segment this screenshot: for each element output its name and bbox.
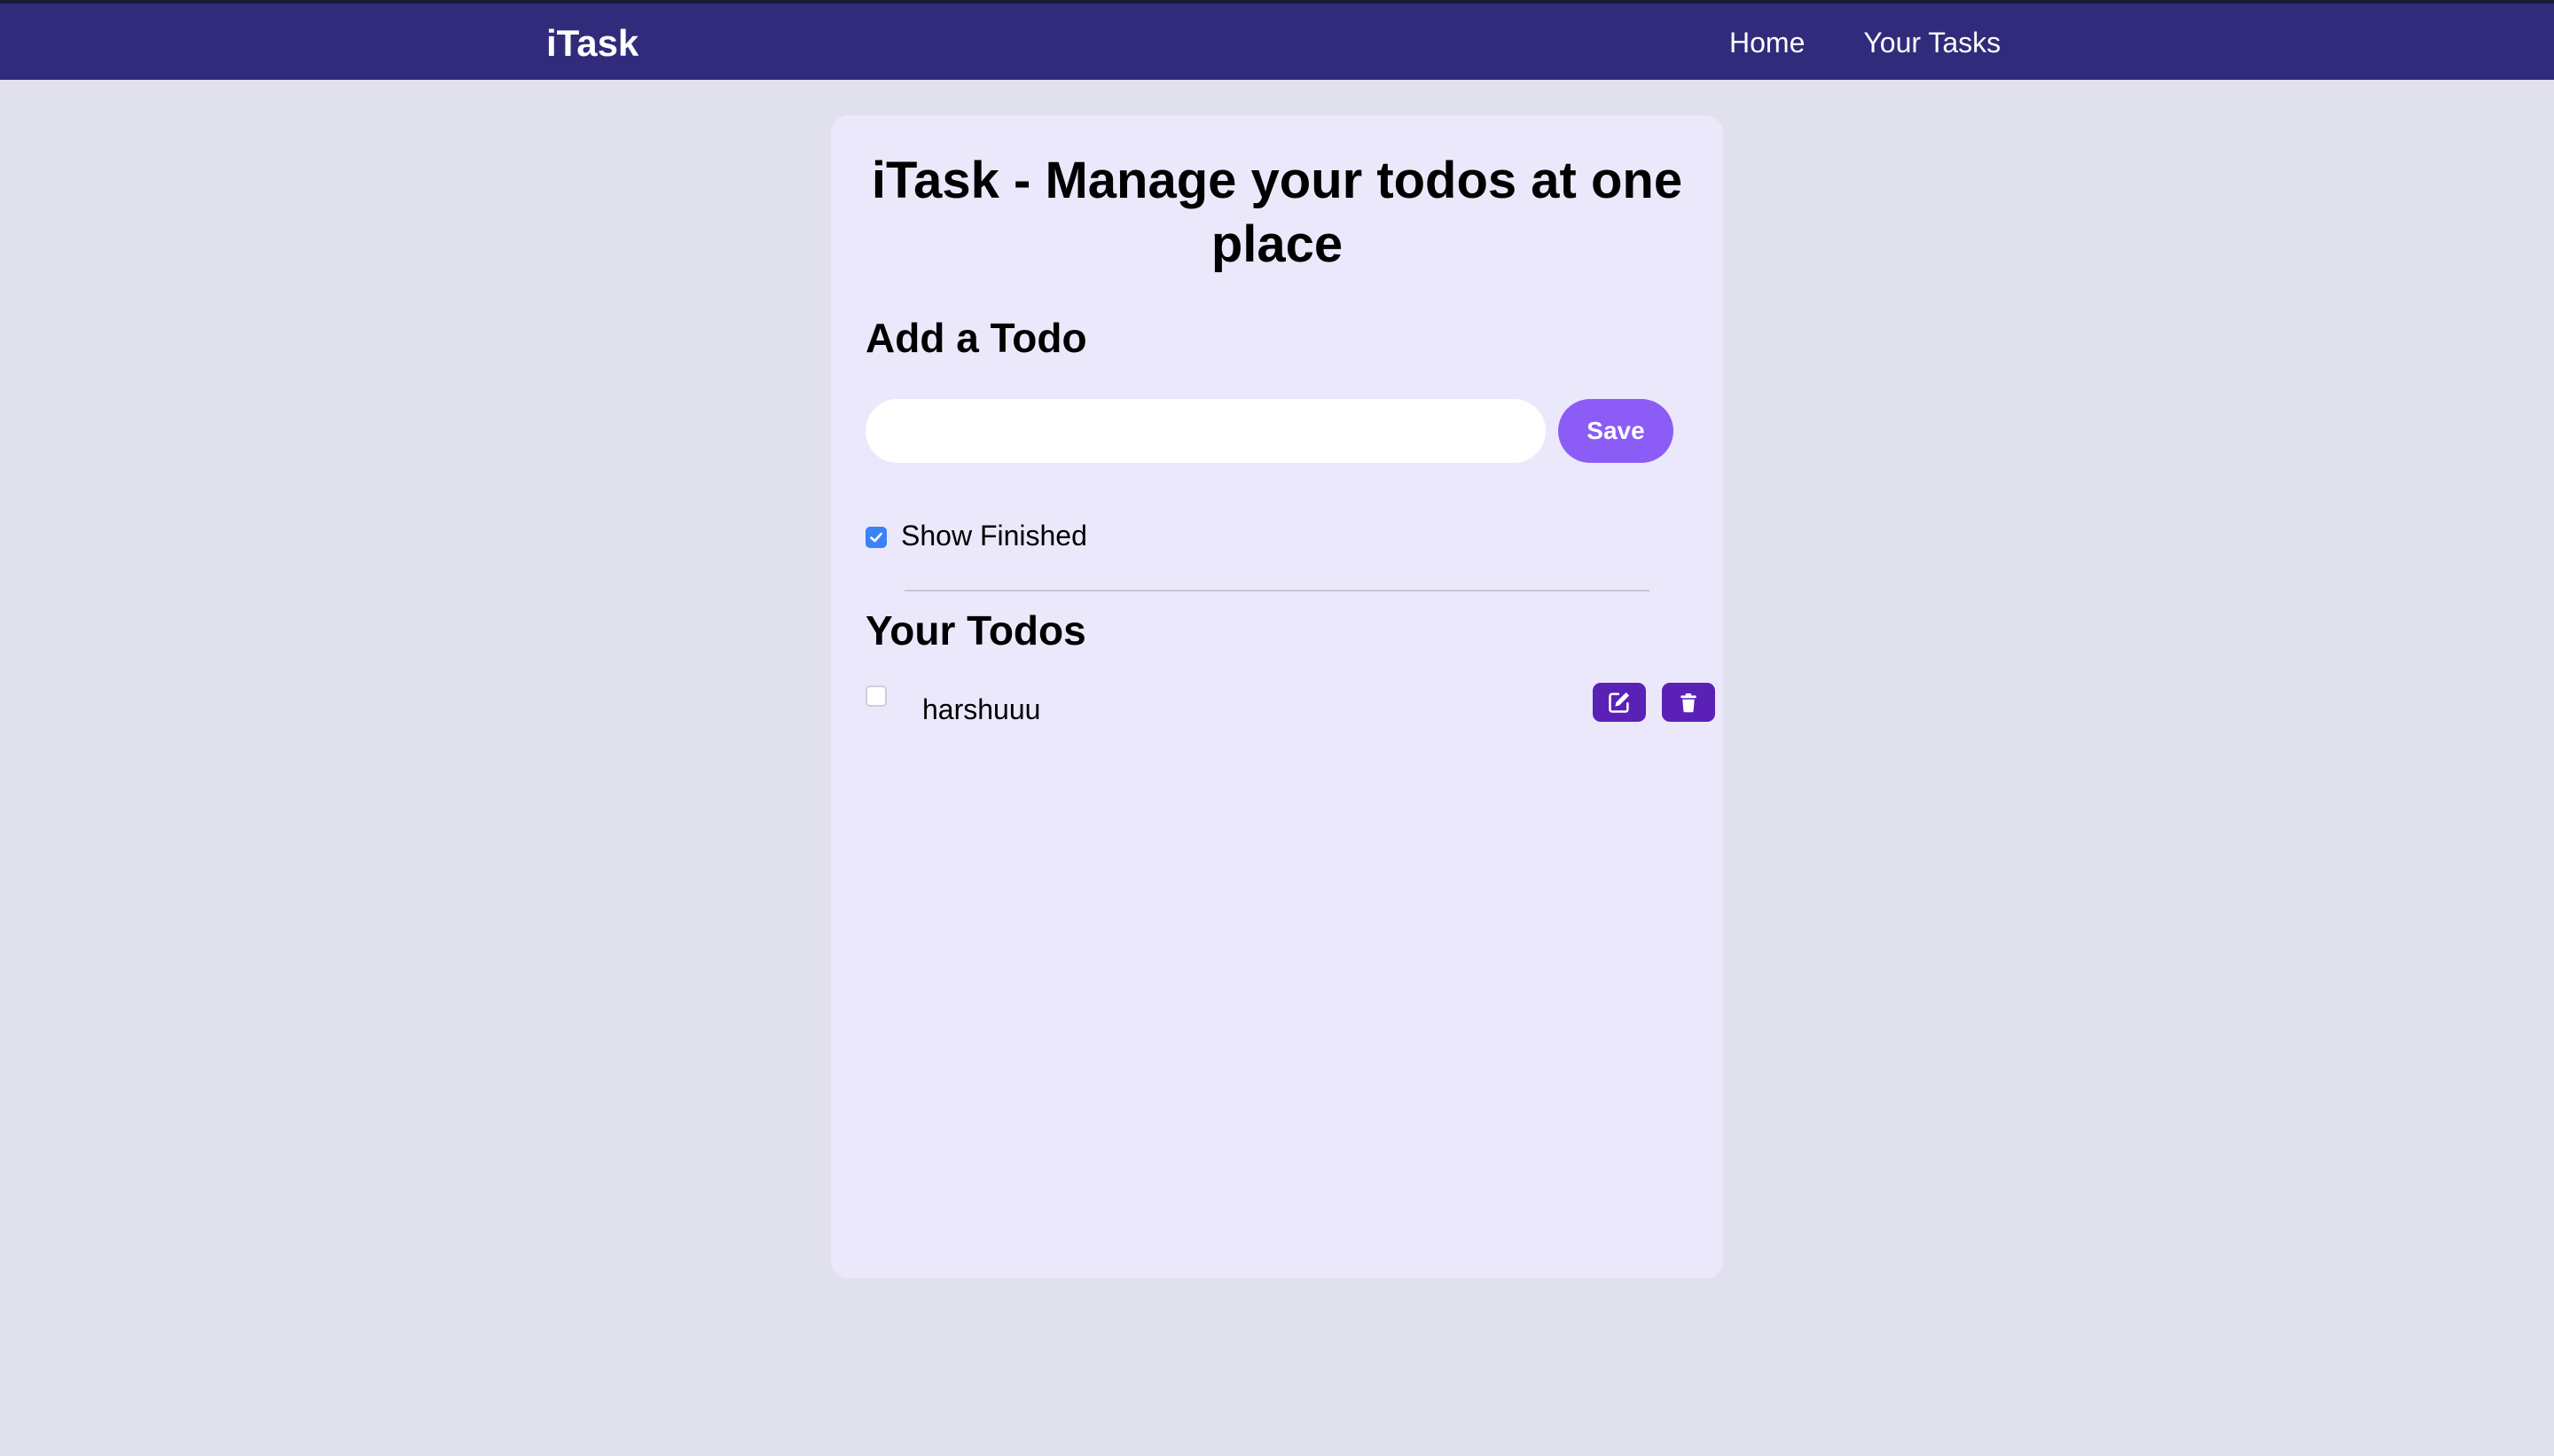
navbar: iTask Home Your Tasks (0, 0, 2554, 80)
page-title: iTask - Manage your todos at one place (871, 152, 1683, 273)
save-button[interactable]: Save (1558, 399, 1673, 463)
todo-input[interactable] (866, 399, 1546, 463)
divider (905, 590, 1649, 591)
nav-links: Home Your Tasks (1729, 21, 2001, 64)
edit-todo-button[interactable] (1593, 683, 1646, 722)
brand-logo[interactable]: iTask (546, 20, 638, 67)
trash-icon (1680, 693, 1696, 713)
todo-complete-checkbox[interactable] (866, 685, 887, 707)
nav-link-home[interactable]: Home (1729, 21, 1805, 64)
your-todos-heading: Your Todos (866, 607, 1086, 654)
delete-todo-button[interactable] (1662, 683, 1715, 722)
todo-item: harshuuu (866, 683, 1715, 736)
show-finished-label: Show Finished (901, 520, 1087, 552)
todo-card: iTask - Manage your todos at one place A… (831, 115, 1723, 1279)
edit-icon (1609, 692, 1630, 713)
show-finished-checkbox[interactable] (866, 527, 887, 548)
check-icon (870, 532, 882, 543)
todo-text: harshuuu (922, 693, 1041, 725)
add-todo-heading: Add a Todo (866, 315, 1087, 361)
show-finished-toggle[interactable]: Show Finished (866, 514, 1087, 557)
nav-link-your-tasks[interactable]: Your Tasks (1863, 21, 2001, 64)
